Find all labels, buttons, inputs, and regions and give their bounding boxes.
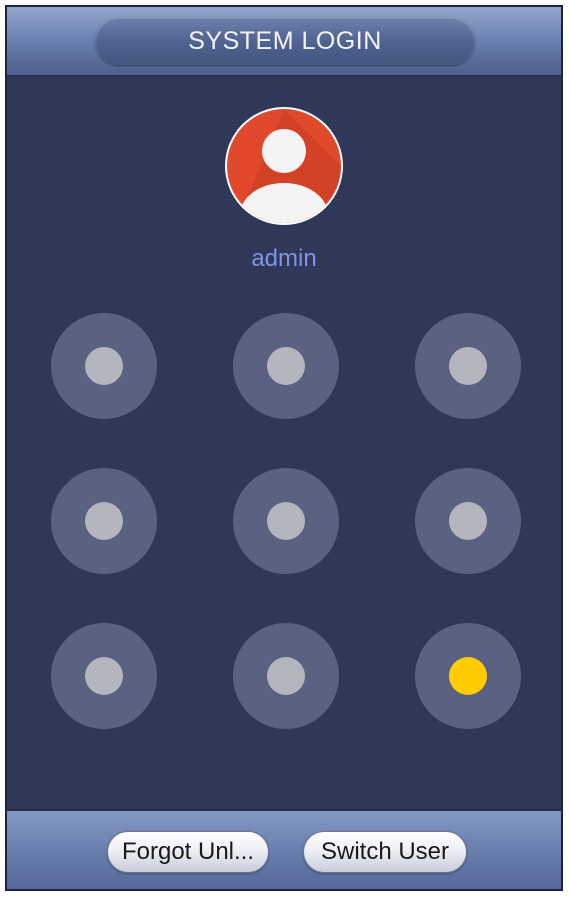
pattern-node-9[interactable] — [415, 623, 521, 729]
login-panel: admin — [7, 77, 561, 813]
forgot-unlock-button[interactable]: Forgot Unl... — [107, 831, 269, 873]
pattern-node-7[interactable] — [51, 623, 157, 729]
pattern-node-dot — [267, 502, 305, 540]
footer-bar: Forgot Unl... Switch User — [7, 809, 561, 889]
pattern-node-dot-active — [449, 657, 487, 695]
pattern-node-dot — [267, 657, 305, 695]
pattern-node-dot — [449, 502, 487, 540]
pattern-node-dot — [85, 657, 123, 695]
pattern-node-dot — [85, 347, 123, 385]
pattern-node-5[interactable] — [233, 468, 339, 574]
pattern-node-dot — [267, 347, 305, 385]
title-bar: SYSTEM LOGIN — [7, 7, 561, 77]
switch-user-button[interactable]: Switch User — [303, 831, 467, 873]
pattern-node-1[interactable] — [51, 313, 157, 419]
pattern-node-4[interactable] — [51, 468, 157, 574]
pattern-node-2[interactable] — [233, 313, 339, 419]
unlock-pattern-grid[interactable] — [7, 77, 561, 813]
pattern-node-6[interactable] — [415, 468, 521, 574]
pattern-node-3[interactable] — [415, 313, 521, 419]
pattern-node-dot — [85, 502, 123, 540]
pattern-node-dot — [449, 347, 487, 385]
login-window: SYSTEM LOGIN admin Forgot Unl... Switch … — [5, 5, 563, 891]
pattern-node-8[interactable] — [233, 623, 339, 729]
window-title: SYSTEM LOGIN — [95, 17, 475, 65]
